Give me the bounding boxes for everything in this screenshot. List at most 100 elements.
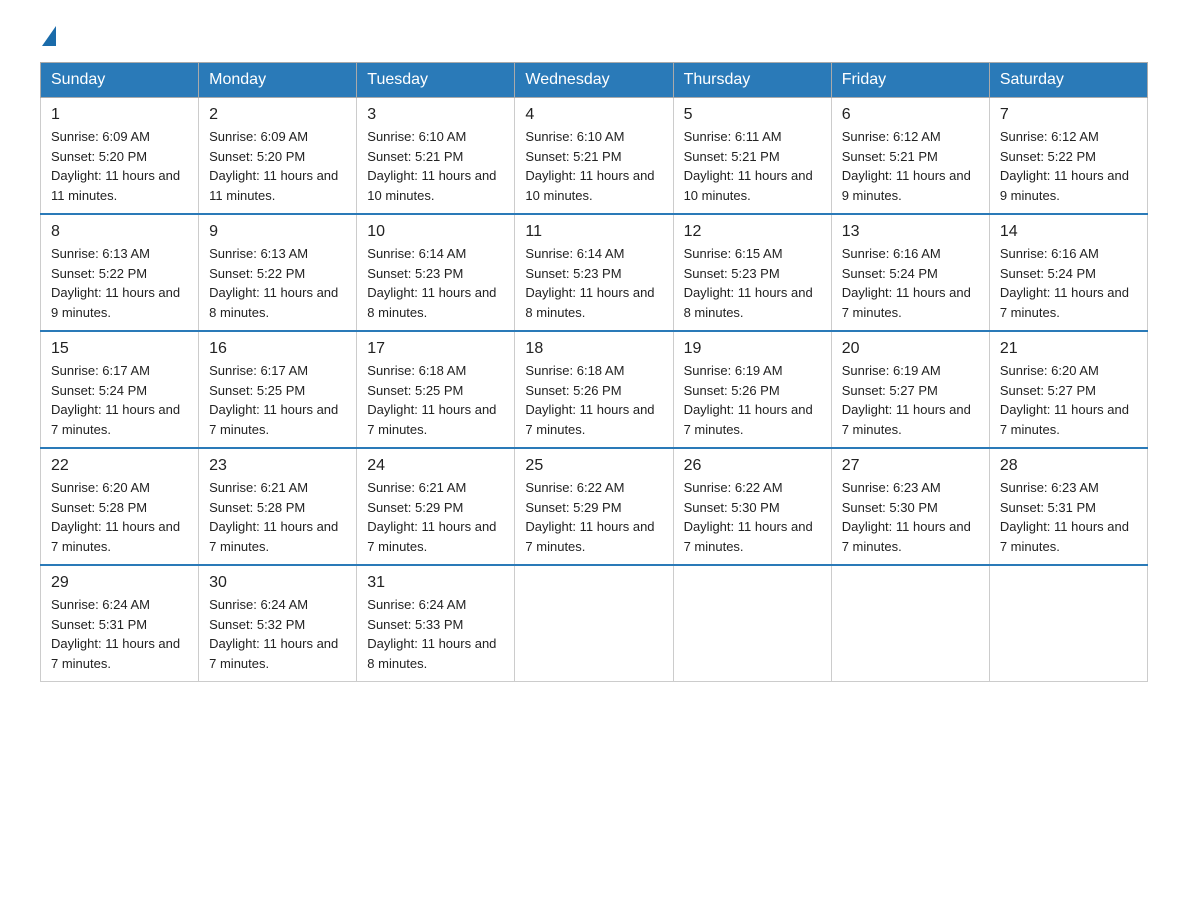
calendar-table: SundayMondayTuesdayWednesdayThursdayFrid… (40, 62, 1148, 682)
calendar-cell: 1 Sunrise: 6:09 AMSunset: 5:20 PMDayligh… (41, 98, 199, 215)
day-info: Sunrise: 6:09 AMSunset: 5:20 PMDaylight:… (209, 129, 338, 203)
calendar-week-5: 29 Sunrise: 6:24 AMSunset: 5:31 PMDaylig… (41, 565, 1148, 682)
calendar-cell: 10 Sunrise: 6:14 AMSunset: 5:23 PMDaylig… (357, 214, 515, 331)
day-number: 16 (209, 340, 346, 358)
day-header-wednesday: Wednesday (515, 63, 673, 98)
calendar-cell: 18 Sunrise: 6:18 AMSunset: 5:26 PMDaylig… (515, 331, 673, 448)
calendar-cell: 2 Sunrise: 6:09 AMSunset: 5:20 PMDayligh… (199, 98, 357, 215)
day-info: Sunrise: 6:20 AMSunset: 5:27 PMDaylight:… (1000, 363, 1129, 437)
day-number: 18 (525, 340, 662, 358)
day-info: Sunrise: 6:20 AMSunset: 5:28 PMDaylight:… (51, 480, 180, 554)
day-number: 17 (367, 340, 504, 358)
day-number: 10 (367, 223, 504, 241)
calendar-cell: 3 Sunrise: 6:10 AMSunset: 5:21 PMDayligh… (357, 98, 515, 215)
day-number: 3 (367, 106, 504, 124)
calendar-cell: 29 Sunrise: 6:24 AMSunset: 5:31 PMDaylig… (41, 565, 199, 682)
day-header-monday: Monday (199, 63, 357, 98)
day-number: 8 (51, 223, 188, 241)
day-info: Sunrise: 6:23 AMSunset: 5:31 PMDaylight:… (1000, 480, 1129, 554)
day-info: Sunrise: 6:11 AMSunset: 5:21 PMDaylight:… (684, 129, 813, 203)
calendar-cell: 4 Sunrise: 6:10 AMSunset: 5:21 PMDayligh… (515, 98, 673, 215)
calendar-cell: 30 Sunrise: 6:24 AMSunset: 5:32 PMDaylig… (199, 565, 357, 682)
day-info: Sunrise: 6:24 AMSunset: 5:33 PMDaylight:… (367, 597, 496, 671)
day-info: Sunrise: 6:13 AMSunset: 5:22 PMDaylight:… (209, 246, 338, 320)
days-of-week-row: SundayMondayTuesdayWednesdayThursdayFrid… (41, 63, 1148, 98)
day-number: 28 (1000, 457, 1137, 475)
day-number: 24 (367, 457, 504, 475)
day-number: 19 (684, 340, 821, 358)
calendar-cell: 12 Sunrise: 6:15 AMSunset: 5:23 PMDaylig… (673, 214, 831, 331)
day-info: Sunrise: 6:15 AMSunset: 5:23 PMDaylight:… (684, 246, 813, 320)
calendar-cell: 31 Sunrise: 6:24 AMSunset: 5:33 PMDaylig… (357, 565, 515, 682)
calendar-cell: 28 Sunrise: 6:23 AMSunset: 5:31 PMDaylig… (989, 448, 1147, 565)
day-number: 25 (525, 457, 662, 475)
calendar-cell: 24 Sunrise: 6:21 AMSunset: 5:29 PMDaylig… (357, 448, 515, 565)
calendar-cell: 5 Sunrise: 6:11 AMSunset: 5:21 PMDayligh… (673, 98, 831, 215)
calendar-week-4: 22 Sunrise: 6:20 AMSunset: 5:28 PMDaylig… (41, 448, 1148, 565)
calendar-cell: 14 Sunrise: 6:16 AMSunset: 5:24 PMDaylig… (989, 214, 1147, 331)
logo-top (40, 30, 56, 46)
calendar-cell: 26 Sunrise: 6:22 AMSunset: 5:30 PMDaylig… (673, 448, 831, 565)
calendar-cell (831, 565, 989, 682)
day-number: 29 (51, 574, 188, 592)
calendar-week-3: 15 Sunrise: 6:17 AMSunset: 5:24 PMDaylig… (41, 331, 1148, 448)
day-number: 23 (209, 457, 346, 475)
calendar-cell: 11 Sunrise: 6:14 AMSunset: 5:23 PMDaylig… (515, 214, 673, 331)
calendar-cell: 6 Sunrise: 6:12 AMSunset: 5:21 PMDayligh… (831, 98, 989, 215)
calendar-header: SundayMondayTuesdayWednesdayThursdayFrid… (41, 63, 1148, 98)
calendar-cell (515, 565, 673, 682)
day-info: Sunrise: 6:24 AMSunset: 5:31 PMDaylight:… (51, 597, 180, 671)
day-info: Sunrise: 6:18 AMSunset: 5:25 PMDaylight:… (367, 363, 496, 437)
day-info: Sunrise: 6:12 AMSunset: 5:21 PMDaylight:… (842, 129, 971, 203)
calendar-cell (673, 565, 831, 682)
calendar-cell: 13 Sunrise: 6:16 AMSunset: 5:24 PMDaylig… (831, 214, 989, 331)
day-info: Sunrise: 6:13 AMSunset: 5:22 PMDaylight:… (51, 246, 180, 320)
day-info: Sunrise: 6:19 AMSunset: 5:26 PMDaylight:… (684, 363, 813, 437)
day-number: 2 (209, 106, 346, 124)
day-number: 5 (684, 106, 821, 124)
calendar-cell: 17 Sunrise: 6:18 AMSunset: 5:25 PMDaylig… (357, 331, 515, 448)
day-info: Sunrise: 6:21 AMSunset: 5:29 PMDaylight:… (367, 480, 496, 554)
day-number: 22 (51, 457, 188, 475)
day-info: Sunrise: 6:18 AMSunset: 5:26 PMDaylight:… (525, 363, 654, 437)
day-number: 6 (842, 106, 979, 124)
calendar-cell: 8 Sunrise: 6:13 AMSunset: 5:22 PMDayligh… (41, 214, 199, 331)
day-number: 12 (684, 223, 821, 241)
calendar-week-1: 1 Sunrise: 6:09 AMSunset: 5:20 PMDayligh… (41, 98, 1148, 215)
day-number: 9 (209, 223, 346, 241)
day-number: 15 (51, 340, 188, 358)
day-header-sunday: Sunday (41, 63, 199, 98)
day-number: 20 (842, 340, 979, 358)
day-info: Sunrise: 6:14 AMSunset: 5:23 PMDaylight:… (525, 246, 654, 320)
day-info: Sunrise: 6:23 AMSunset: 5:30 PMDaylight:… (842, 480, 971, 554)
calendar-week-2: 8 Sunrise: 6:13 AMSunset: 5:22 PMDayligh… (41, 214, 1148, 331)
day-info: Sunrise: 6:16 AMSunset: 5:24 PMDaylight:… (842, 246, 971, 320)
logo (40, 30, 56, 42)
calendar-cell: 27 Sunrise: 6:23 AMSunset: 5:30 PMDaylig… (831, 448, 989, 565)
day-info: Sunrise: 6:16 AMSunset: 5:24 PMDaylight:… (1000, 246, 1129, 320)
calendar-body: 1 Sunrise: 6:09 AMSunset: 5:20 PMDayligh… (41, 98, 1148, 682)
day-number: 13 (842, 223, 979, 241)
day-number: 30 (209, 574, 346, 592)
calendar-cell: 7 Sunrise: 6:12 AMSunset: 5:22 PMDayligh… (989, 98, 1147, 215)
day-number: 27 (842, 457, 979, 475)
day-info: Sunrise: 6:17 AMSunset: 5:24 PMDaylight:… (51, 363, 180, 437)
day-number: 26 (684, 457, 821, 475)
day-info: Sunrise: 6:22 AMSunset: 5:30 PMDaylight:… (684, 480, 813, 554)
calendar-cell: 20 Sunrise: 6:19 AMSunset: 5:27 PMDaylig… (831, 331, 989, 448)
day-info: Sunrise: 6:22 AMSunset: 5:29 PMDaylight:… (525, 480, 654, 554)
calendar-cell: 9 Sunrise: 6:13 AMSunset: 5:22 PMDayligh… (199, 214, 357, 331)
calendar-cell: 15 Sunrise: 6:17 AMSunset: 5:24 PMDaylig… (41, 331, 199, 448)
day-info: Sunrise: 6:17 AMSunset: 5:25 PMDaylight:… (209, 363, 338, 437)
day-info: Sunrise: 6:12 AMSunset: 5:22 PMDaylight:… (1000, 129, 1129, 203)
day-header-saturday: Saturday (989, 63, 1147, 98)
day-number: 31 (367, 574, 504, 592)
day-info: Sunrise: 6:10 AMSunset: 5:21 PMDaylight:… (525, 129, 654, 203)
calendar-cell: 23 Sunrise: 6:21 AMSunset: 5:28 PMDaylig… (199, 448, 357, 565)
day-number: 1 (51, 106, 188, 124)
day-info: Sunrise: 6:14 AMSunset: 5:23 PMDaylight:… (367, 246, 496, 320)
day-number: 7 (1000, 106, 1137, 124)
day-number: 11 (525, 223, 662, 241)
day-number: 4 (525, 106, 662, 124)
calendar-cell: 19 Sunrise: 6:19 AMSunset: 5:26 PMDaylig… (673, 331, 831, 448)
